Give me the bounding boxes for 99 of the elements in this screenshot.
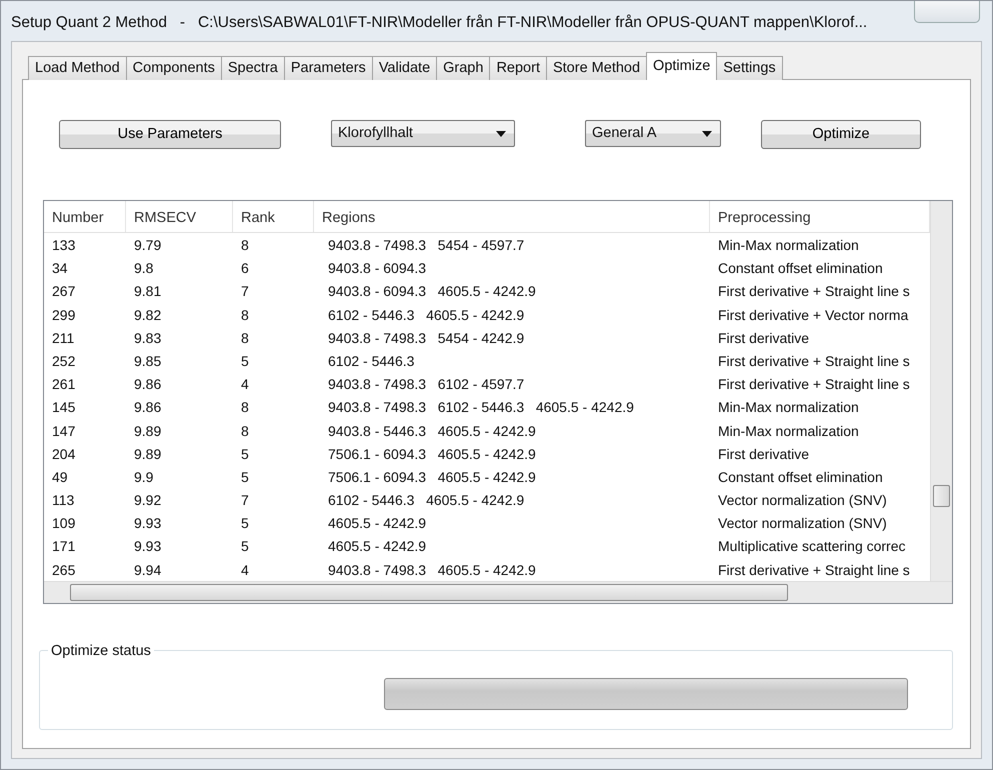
table-cell-text: 8 bbox=[240, 236, 250, 255]
table-cell-text: Min-Max normalization bbox=[717, 236, 860, 255]
table-cell-text: 49 bbox=[51, 468, 69, 487]
table-cell-text: 9403.8 - 7498.3 6102 - 5446.3 4605.5 - 4242.9 bbox=[327, 398, 635, 418]
dropdown[interactable]: Klorofyllhalt bbox=[331, 120, 515, 147]
horizontal-scrollbar[interactable] bbox=[44, 581, 952, 603]
push-button[interactable]: Optimize bbox=[761, 120, 921, 149]
table-cell-text: 5 bbox=[240, 537, 250, 556]
table-cell-text: 171 bbox=[51, 537, 76, 556]
table-cell-text: 5 bbox=[240, 468, 250, 487]
table-cell-text: Vector normalization (SNV) bbox=[717, 514, 888, 534]
table-cell-text: 9.83 bbox=[133, 328, 162, 348]
table-cell-text: 267 bbox=[51, 282, 76, 302]
table-cell-text: 9.86 bbox=[133, 375, 162, 394]
table-cell-text: 7 bbox=[240, 491, 250, 510]
tab[interactable]: Graph bbox=[436, 56, 490, 80]
column-header[interactable]: Regions bbox=[314, 201, 710, 232]
tab[interactable]: Components bbox=[126, 56, 222, 80]
table-cell-text: 9.82 bbox=[133, 306, 162, 325]
tab[interactable]: Parameters bbox=[284, 56, 373, 80]
table-cell-text: 4605.5 - 4242.9 bbox=[327, 514, 428, 534]
tab[interactable]: Report bbox=[489, 56, 547, 80]
table-cell-text: 9.93 bbox=[133, 537, 162, 556]
table-cell-text: 9.81 bbox=[133, 282, 162, 302]
table-cell-text: 5 bbox=[240, 352, 250, 371]
table-cell-text: 9.93 bbox=[133, 514, 162, 534]
table-cell-text: 9.79 bbox=[133, 236, 162, 255]
table-cell-text: Constant offset elimination bbox=[717, 259, 884, 278]
table-cell-text: 6 bbox=[240, 259, 250, 278]
table-cell-text: Constant offset elimination bbox=[717, 468, 884, 487]
table-cell-text: 9403.8 - 7498.3 5454 - 4597.7 bbox=[327, 236, 526, 255]
table-cell-text: 9.85 bbox=[133, 352, 162, 371]
table-cell-text: 7506.1 - 6094.3 4605.5 - 4242.9 bbox=[327, 468, 537, 487]
column-header[interactable]: Rank bbox=[233, 201, 314, 232]
table-cell-text: First derivative + Straight line s bbox=[717, 282, 911, 302]
table-cell-text: 9.86 bbox=[133, 398, 162, 418]
tab[interactable]: Validate bbox=[372, 56, 438, 80]
table-cell-text: First derivative + Straight line s bbox=[717, 560, 911, 580]
table-cell-text: Multiplicative scattering correc bbox=[717, 537, 907, 556]
tab[interactable]: Optimize bbox=[646, 52, 718, 80]
table-cell-text: 8 bbox=[240, 398, 250, 418]
table-cell-text: 113 bbox=[51, 491, 76, 510]
table-cell-text: 6102 - 5446.3 bbox=[327, 352, 416, 371]
table-cell-text: 6102 - 5446.3 4605.5 - 4242.9 bbox=[327, 306, 526, 325]
column-header[interactable]: RMSECV bbox=[126, 201, 233, 232]
table-cell-text: 9.94 bbox=[133, 560, 162, 580]
table-cell-text: 9.8 bbox=[133, 259, 154, 278]
table-cell-text: 4 bbox=[240, 560, 250, 580]
table-cell-text: 211 bbox=[51, 328, 76, 348]
table-cell-text: 133 bbox=[51, 236, 76, 255]
table-cell-text: 4 bbox=[240, 375, 250, 394]
table-cell-text: 9403.8 - 5446.3 4605.5 - 4242.9 bbox=[327, 422, 537, 440]
table-cell-text: Vector normalization (SNV) bbox=[717, 491, 888, 510]
window-title: Setup Quant 2 Method - C:\Users\SABWAL01\FT-NIR\Modeller från FT-NIR\Modeller från OPUS-QUANT mappen\Klorof... bbox=[10, 13, 868, 33]
table-cell-text: 147 bbox=[51, 422, 76, 440]
table-cell-text: 145 bbox=[51, 398, 76, 418]
table-cell-text: 9403.8 - 7498.3 5454 - 4242.9 bbox=[327, 328, 526, 348]
push-button[interactable]: Use Parameters bbox=[59, 120, 281, 149]
table-cell-text: 265 bbox=[51, 560, 76, 580]
table-cell-text: 7 bbox=[240, 282, 250, 302]
table-cell-text: 7506.1 - 6094.3 4605.5 - 4242.9 bbox=[327, 444, 537, 464]
table-cell-text: 9403.8 - 6094.3 4605.5 - 4242.9 bbox=[327, 282, 537, 302]
table-cell-text: 261 bbox=[51, 375, 76, 394]
tab[interactable]: Store Method bbox=[546, 56, 648, 80]
tab[interactable]: Settings bbox=[716, 56, 783, 80]
table-cell-text: 9.9 bbox=[133, 468, 154, 487]
table-cell-text: 299 bbox=[51, 306, 76, 325]
table-cell-text: 8 bbox=[240, 306, 250, 325]
table-cell-text: First derivative bbox=[717, 444, 810, 464]
table-cell-text: 9403.8 - 6094.3 bbox=[327, 259, 428, 278]
tab[interactable]: Load Method bbox=[28, 56, 127, 80]
caret-icon bbox=[496, 130, 506, 136]
table-cell-text: 5 bbox=[240, 514, 250, 534]
table-cell-text: 8 bbox=[240, 328, 250, 348]
dropdown[interactable]: General A bbox=[585, 120, 721, 147]
table-cell-text: First derivative + Vector norma bbox=[717, 306, 910, 325]
table-cell-text: 9.89 bbox=[133, 422, 162, 440]
table-cell-text: 4605.5 - 4242.9 bbox=[327, 537, 428, 556]
table-cell-text: 9.92 bbox=[133, 491, 162, 510]
table-cell-text: First derivative + Straight line s bbox=[717, 375, 911, 394]
tab[interactable]: Spectra bbox=[220, 56, 285, 80]
table-cell-text: 109 bbox=[51, 514, 76, 534]
table-cell-text: 9.89 bbox=[133, 444, 162, 464]
close-button[interactable] bbox=[914, 1, 980, 23]
table-cell-text: 204 bbox=[51, 444, 76, 464]
table-cell-text: 252 bbox=[51, 352, 76, 371]
table-cell-text: Min-Max normalization bbox=[717, 422, 860, 440]
table-cell-text: First derivative + Straight line s bbox=[717, 352, 911, 371]
table-cell-text: 8 bbox=[240, 422, 250, 440]
table-cell-text: 5 bbox=[240, 444, 250, 464]
table-cell-text: 34 bbox=[51, 259, 69, 278]
vertical-scrollbar[interactable] bbox=[930, 201, 952, 581]
column-header[interactable]: Number bbox=[44, 201, 126, 232]
table-cell-text: 9403.8 - 7498.3 6102 - 4597.7 bbox=[327, 375, 526, 394]
table-cell-text: 6102 - 5446.3 4605.5 - 4242.9 bbox=[327, 491, 526, 510]
table-cell-text: 9403.8 - 7498.3 4605.5 - 4242.9 bbox=[327, 560, 537, 580]
table-cell-text: Min-Max normalization bbox=[717, 398, 860, 418]
table-cell-text: First derivative bbox=[717, 328, 810, 348]
caret-icon bbox=[702, 130, 712, 136]
